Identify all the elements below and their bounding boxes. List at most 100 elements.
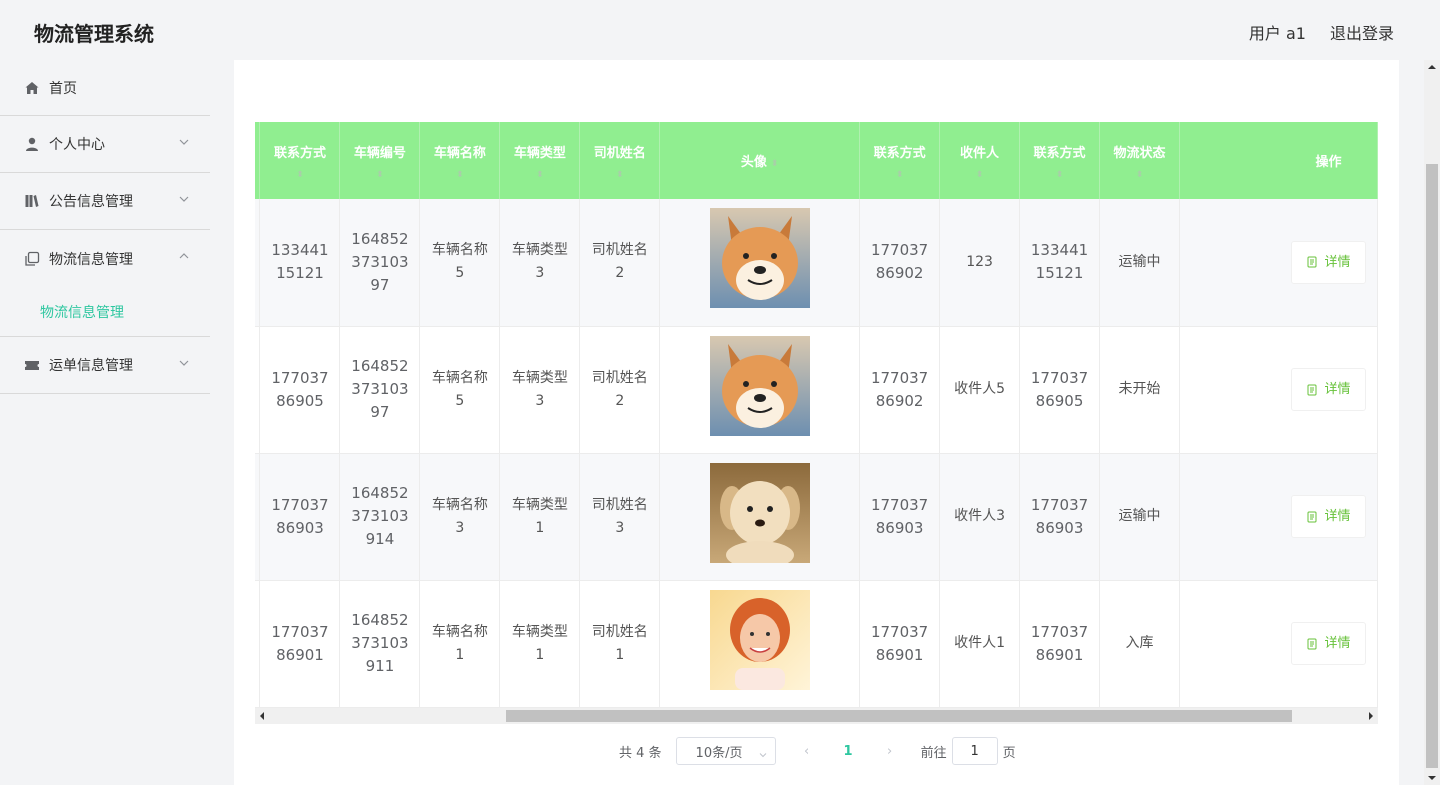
document-icon [1307,256,1317,268]
next-page-icon[interactable]: › [883,744,897,759]
top-header: 物流管理系统 用户 a1 退出登录 [0,0,1440,60]
sidebar-item-waybills[interactable]: 运单信息管理 [0,337,210,394]
cell-phone3: 17703786905 [1019,326,1101,454]
cell-phone1-text: 17703786903 [271,495,329,537]
cell-status: 未开始 [1099,326,1180,454]
sidebar-item-notices[interactable]: 公告信息管理 [0,173,210,230]
cell-status-text: 未开始 [1118,381,1161,397]
detail-button[interactable]: 详情 [1291,240,1366,284]
chevron-down-icon [178,136,190,148]
cell-vehicle-name: 车辆名称5 [419,326,501,454]
sort-icon[interactable]: ⬍ [500,171,579,180]
column-header-vehicle-name[interactable]: 车辆名称 ⬍ [419,122,501,199]
avatar [709,589,810,690]
scroll-down-arrow-icon[interactable] [1428,776,1436,780]
cell-vehicle-name: 车辆名称1 [419,580,501,708]
cell-phone1: 17703786903 [259,453,341,581]
sort-icon[interactable]: ⬍ [1100,171,1179,180]
page-number-current[interactable]: 1 [844,744,853,759]
sort-icon[interactable]: ⬍ [420,171,499,180]
scroll-right-arrow-icon[interactable] [1369,712,1373,720]
detail-button-label: 详情 [1324,382,1351,397]
column-header-phone2[interactable]: 联系方式 ⬍ [859,122,941,199]
sort-icon[interactable]: ⬍ [940,171,1019,180]
notice-icon [24,193,40,209]
column-header-avatar[interactable]: 头像 ⬍ [659,122,861,199]
detail-button[interactable]: 详情 [1291,495,1366,538]
copy-icon [24,251,40,267]
table-row: 17703786905 16485237310397 车辆名称5 车辆类型3 司机姓名2… [255,326,1378,454]
cell-phone2: 17703786901 [859,580,941,708]
user-label: 用户 a1 [1248,24,1306,43]
sidebar-item-profile[interactable]: 个人中心 [0,116,210,173]
detail-button[interactable]: 详情 [1291,368,1366,411]
cell-vehicle-type: 车辆类型3 [499,326,581,454]
cell-vehicle-type: 车辆类型1 [499,580,581,708]
user-icon [24,136,40,152]
vertical-scroll-thumb[interactable] [1426,164,1438,768]
cell-phone1-text: 13344115121 [271,241,329,283]
cell-phone3: 17703786903 [1019,453,1101,581]
sidebar-subitem-logistics-info[interactable]: 物流信息管理 [0,287,210,337]
prev-page-icon[interactable]: ‹ [800,744,814,759]
cell-driver-text: 司机姓名2 [591,369,648,409]
detail-button[interactable]: 详情 [1291,622,1366,665]
logout-link[interactable]: 退出登录 [1330,20,1394,44]
cell-vehicle-no-text: 16485237310397 [351,229,409,294]
sidebar-item-label: 首页 [49,80,77,97]
sort-icon[interactable]: ⬍ [860,171,939,180]
cell-phone2-text: 17703786903 [870,495,929,537]
app-title: 物流管理系统 [34,22,154,46]
cell-phone1-text: 17703786901 [271,622,329,664]
cell-phone3-text: 13344115121 [1030,241,1089,283]
cell-driver-text: 司机姓名1 [591,623,648,663]
column-header-vehicle-no[interactable]: 车辆编号 ⬍ [339,122,421,199]
sidebar-item-home[interactable]: 首页 [0,60,210,116]
cell-vehicle-no-text: 164852373103911 [351,611,409,675]
column-header-vehicle-type[interactable]: 车辆类型 ⬍ [499,122,581,199]
column-header-action: 操作 [1179,122,1378,199]
sort-icon[interactable]: ⬍ [260,171,339,180]
column-header-phone3[interactable]: 联系方式 ⬍ [1019,122,1101,199]
cell-phone3-text: 17703786901 [1030,622,1089,664]
cell-phone3-text: 17703786905 [1030,368,1089,410]
sort-icon[interactable]: ⬍ [340,171,419,180]
sidebar-item-logistics[interactable]: 物流信息管理 [0,230,210,287]
cell-recipient-text: 收件人5 [954,381,1006,397]
column-header-status[interactable]: 物流状态 ⬍ [1099,122,1180,199]
scroll-left-arrow-icon[interactable] [260,712,264,720]
column-header-driver[interactable]: 司机姓名 ⬍ [579,122,661,199]
cell-phone2: 17703786903 [859,453,941,581]
cell-driver: 司机姓名2 [579,199,661,327]
cell-recipient: 收件人5 [939,326,1021,454]
cell-vehicle-no: 164852373103914 [339,453,421,581]
user-area: 用户 a1 退出登录 [1249,20,1394,44]
avatar [709,208,810,309]
sort-icon[interactable]: ⬍ [771,159,779,169]
column-header-phone1[interactable]: 联系方式 ⬍ [259,122,341,199]
total-count: 共 4 条 [619,745,662,761]
detail-button-label: 详情 [1324,509,1351,524]
chevron-down-icon [178,357,190,369]
horizontal-scrollbar[interactable] [255,708,1378,724]
sort-icon[interactable]: ⬍ [580,171,659,180]
goto-page-input[interactable]: 1 [951,737,998,765]
cell-vehicle-type-text: 车辆类型3 [511,242,568,282]
cell-vehicle-type: 车辆类型3 [499,199,581,327]
vertical-scrollbar[interactable] [1424,60,1440,785]
table-row: 17703786901 164852373103911 车辆名称1 车辆类型1 司机姓名… [255,580,1378,708]
cell-phone2-text: 17703786902 [870,368,929,410]
sort-icon[interactable]: ⬍ [1020,171,1099,180]
cell-vehicle-name-text: 车辆名称5 [431,369,488,409]
cell-status-text: 运输中 [1118,508,1161,524]
cell-avatar [659,580,861,708]
cell-driver-text: 司机姓名3 [591,496,648,536]
page-size-select[interactable]: 10条/页 [675,737,776,765]
scroll-up-arrow-icon[interactable] [1428,65,1436,69]
pagination: 共 4 条 10条/页 ‹ 1 › 前往 1 页 [619,737,1016,765]
horizontal-scroll-thumb[interactable] [506,710,1292,722]
column-header-recipient[interactable]: 收件人 ⬍ [939,122,1021,199]
avatar [709,335,810,436]
cell-status: 运输中 [1099,199,1180,327]
cell-vehicle-no: 16485237310397 [339,326,421,454]
